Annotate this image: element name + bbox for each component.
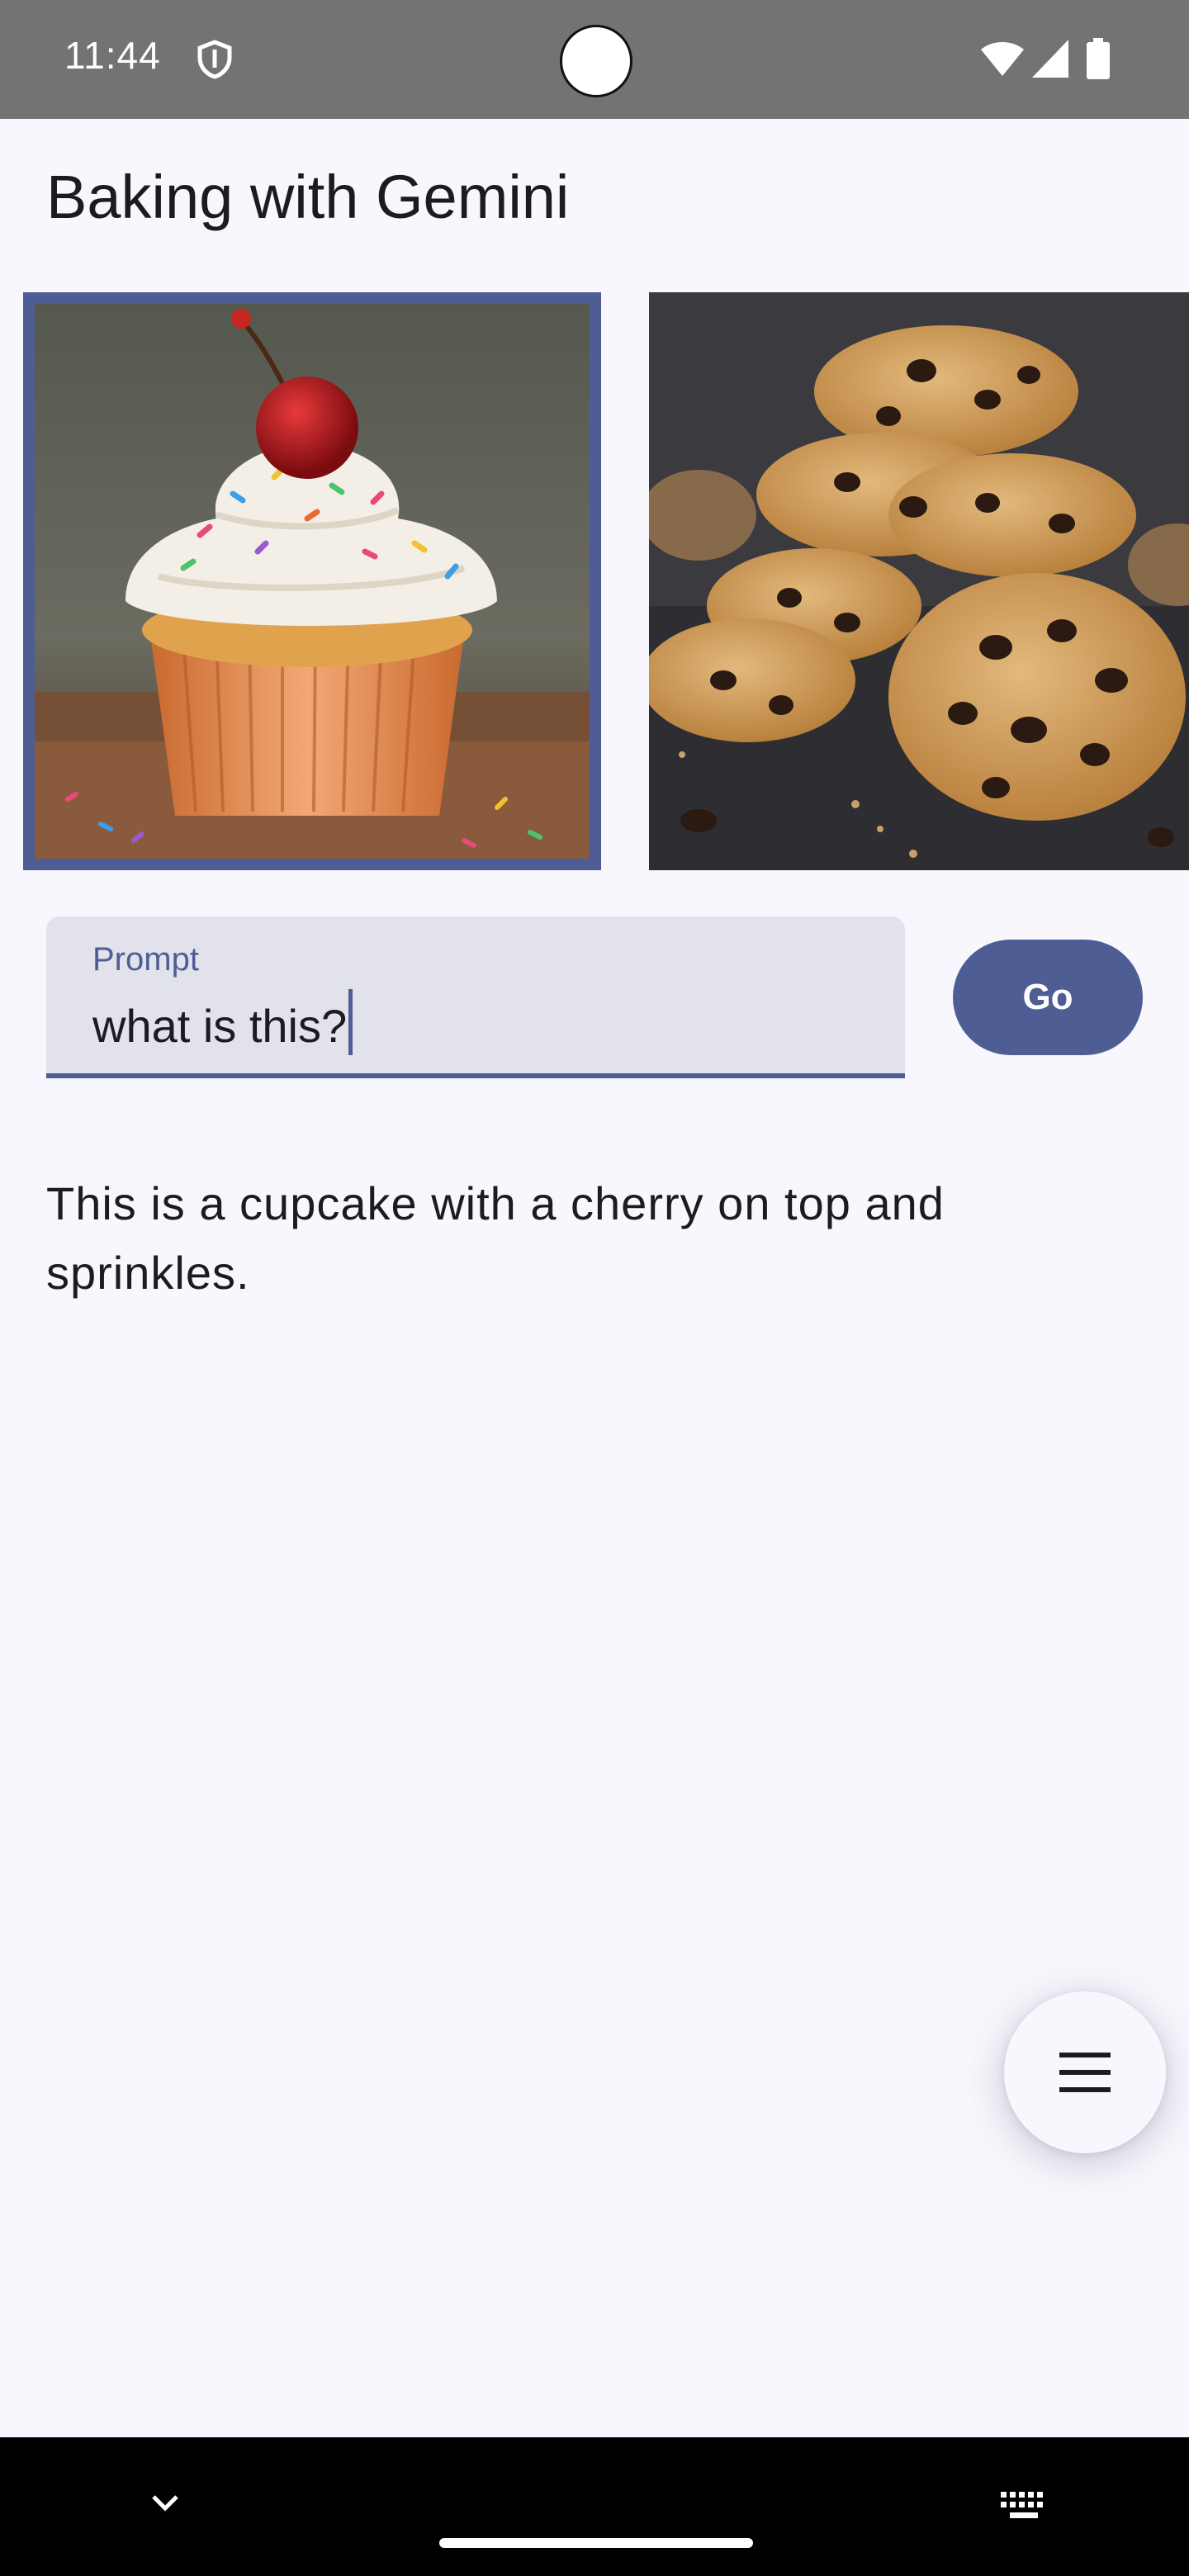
prompt-label: Prompt	[92, 941, 199, 978]
go-button[interactable]: Go	[953, 940, 1143, 1055]
cookies-image-card[interactable]	[649, 292, 1189, 870]
signal-icon	[1032, 40, 1068, 78]
image-carousel[interactable]	[0, 292, 1189, 870]
page-title: Baking with Gemini	[46, 163, 570, 231]
cookies-image	[649, 292, 1189, 870]
status-bar: 11:44	[0, 0, 1189, 119]
prompt-text: what is this?	[92, 1000, 348, 1052]
status-time: 11:44	[64, 34, 161, 77]
navigation-bar	[0, 2437, 1189, 2576]
prompt-input[interactable]: Prompt what is this?	[46, 916, 905, 1078]
text-caret	[348, 989, 353, 1055]
cupcake-image-card[interactable]	[23, 292, 601, 870]
keyboard-icon[interactable]	[999, 2490, 1049, 2523]
menu-icon	[1059, 2053, 1111, 2092]
cupcake-image	[35, 304, 590, 859]
response-text: This is a cupcake with a cherry on top a…	[46, 1177, 945, 1299]
chevron-down-icon[interactable]	[145, 2484, 185, 2523]
battery-icon	[1087, 38, 1110, 79]
camera-cutout	[560, 25, 632, 97]
gesture-handle[interactable]	[439, 2538, 753, 2548]
prompt-value[interactable]: what is this?	[92, 989, 353, 1055]
wifi-icon	[981, 42, 1024, 76]
menu-fab[interactable]	[1004, 1991, 1166, 2153]
shield-icon	[197, 40, 232, 79]
